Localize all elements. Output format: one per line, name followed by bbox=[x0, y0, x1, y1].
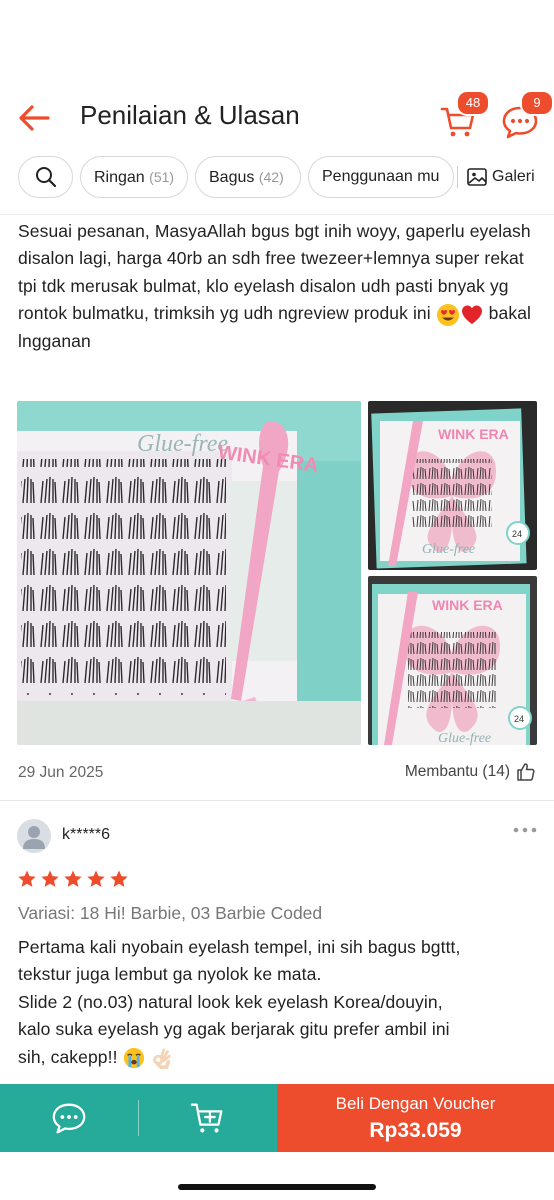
review-date: 29 Jun 2025 bbox=[18, 764, 104, 781]
chip-count: (51) bbox=[149, 169, 175, 185]
gallery-filter-button[interactable]: Galeri bbox=[466, 156, 535, 198]
arrow-left-icon bbox=[19, 105, 50, 131]
image-icon bbox=[467, 168, 487, 186]
filter-divider bbox=[457, 166, 458, 188]
buy-with-voucher-button[interactable]: Beli Dengan Voucher Rp33.059 bbox=[277, 1084, 554, 1152]
lash-package-photo-2: WINK ERA 24 Glue-free bbox=[368, 576, 537, 745]
search-filter-button[interactable] bbox=[18, 156, 73, 198]
more-dots-icon bbox=[513, 827, 537, 833]
review-2-line-last: sih, cakepp!! bbox=[18, 1044, 538, 1071]
chat-bubble-icon bbox=[52, 1103, 86, 1134]
chat-button[interactable]: 9 bbox=[498, 90, 554, 140]
photo-1-glue-free-text: Glue-free bbox=[137, 431, 228, 457]
lash-package-photo: WINK ERA Glue-free 24 bbox=[368, 401, 537, 570]
thumbs-up-icon bbox=[517, 763, 535, 781]
chat-seller-button[interactable] bbox=[0, 1084, 138, 1152]
search-icon bbox=[36, 167, 57, 188]
heart-eyes-emoji-icon bbox=[436, 303, 459, 326]
add-to-cart-button[interactable] bbox=[138, 1084, 277, 1152]
cart-count-badge: 48 bbox=[456, 90, 490, 116]
review-2-line: Pertama kali nyobain eyelash tempel, ini… bbox=[18, 937, 461, 957]
photo-3-count-text: 24 bbox=[514, 714, 524, 724]
star-icon bbox=[87, 870, 105, 887]
ok-hand-emoji-icon bbox=[152, 1048, 171, 1069]
avatar[interactable] bbox=[17, 819, 51, 853]
photo-3-wink-era-text: WINK ERA bbox=[432, 597, 503, 613]
reviewer-username: k*****6 bbox=[62, 826, 111, 843]
red-heart-emoji-icon bbox=[461, 305, 482, 324]
filter-chip-bagus[interactable]: Bagus (42) bbox=[195, 156, 301, 198]
star-icon bbox=[64, 870, 82, 887]
action-separator bbox=[138, 1100, 139, 1136]
photo-2-wink-era-text: WINK ERA bbox=[438, 426, 509, 442]
chip-label: Penggunaan mu bbox=[322, 168, 440, 185]
photo-2-count-text: 24 bbox=[512, 529, 522, 539]
add-to-cart-icon bbox=[190, 1103, 222, 1133]
review-divider bbox=[0, 800, 554, 801]
review-photo-3[interactable]: WINK ERA 24 Glue-free bbox=[368, 576, 537, 745]
cart-button[interactable]: 48 bbox=[436, 90, 490, 140]
helpful-label: Membantu (14) bbox=[404, 763, 510, 780]
buy-label: Beli Dengan Voucher bbox=[335, 1094, 496, 1113]
star-icon bbox=[41, 870, 59, 887]
buy-price: Rp33.059 bbox=[369, 1119, 462, 1142]
filter-bar: Ringan (51) Bagus (42) Penggunaan mu Gal… bbox=[0, 156, 554, 204]
home-indicator[interactable] bbox=[178, 1184, 376, 1190]
star-icon bbox=[18, 870, 36, 887]
back-button[interactable] bbox=[14, 98, 54, 138]
chip-label: Ringan bbox=[94, 169, 145, 186]
review-2-line: Slide 2 (no.03) natural look kek eyelash… bbox=[18, 991, 443, 1012]
photo-3-glue-free-text: Glue-free bbox=[438, 731, 491, 745]
page-title: Penilaian & Ulasan bbox=[80, 100, 300, 130]
star-icon bbox=[110, 870, 128, 887]
header-separator bbox=[0, 214, 554, 215]
review-2-line: kalo suka eyelash yg agak berjarak gitu … bbox=[18, 1019, 450, 1040]
chip-label: Bagus bbox=[209, 169, 255, 186]
home-indicator-area bbox=[0, 1152, 554, 1200]
chat-count-badge: 9 bbox=[520, 90, 554, 116]
filter-chip-ringan[interactable]: Ringan (51) bbox=[80, 156, 188, 198]
photo-2-glue-free-text: Glue-free bbox=[422, 542, 475, 557]
review-1-body: Sesuai pesanan, MasyaAllah bgus bgt inih… bbox=[18, 218, 538, 355]
gallery-label: Galeri bbox=[492, 168, 535, 185]
filter-chip-penggunaan[interactable]: Penggunaan mu bbox=[308, 156, 454, 198]
review-photo-2[interactable]: WINK ERA Glue-free 24 bbox=[368, 401, 537, 570]
lash-box-photo: Glue-free WINK ERA bbox=[17, 401, 361, 745]
user-avatar-icon bbox=[23, 826, 45, 849]
review-photo-1[interactable]: Glue-free WINK ERA bbox=[17, 401, 361, 745]
more-options-button[interactable] bbox=[512, 822, 538, 838]
bottom-action-bar: Beli Dengan Voucher Rp33.059 bbox=[0, 1084, 554, 1152]
chip-count: (42) bbox=[258, 169, 284, 185]
crying-face-emoji-icon bbox=[123, 1047, 144, 1069]
rating-stars bbox=[17, 869, 129, 889]
review-2-body: Pertama kali nyobain eyelash tempel, ini… bbox=[18, 934, 538, 1071]
helpful-button[interactable]: Membantu (14) bbox=[405, 762, 536, 782]
review-1-meta: 29 Jun 2025 Membantu (14) bbox=[18, 762, 536, 786]
review-2-line: tekstur juga lembut ga nyolok ke mata. bbox=[18, 964, 322, 985]
product-variation: Variasi: 18 Hi! Barbie, 03 Barbie Coded bbox=[18, 903, 323, 923]
review-2-line-text: sih, cakepp!! bbox=[18, 1046, 118, 1067]
app-header: Penilaian & Ulasan 48 9 bbox=[0, 82, 554, 152]
